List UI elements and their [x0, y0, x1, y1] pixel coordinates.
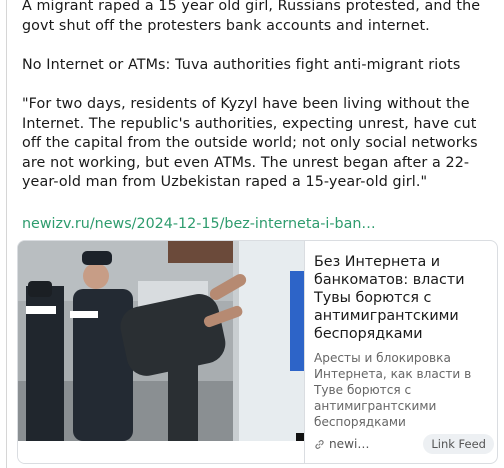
card-divider	[304, 241, 305, 463]
card-title[interactable]: Без Интернета и банкоматов: власти Тувы …	[314, 253, 494, 343]
card-source[interactable]: newi…	[314, 437, 369, 451]
card-source-label: newi…	[329, 437, 370, 451]
card-description: Аресты и блокировка Интернета, как власт…	[314, 351, 472, 429]
link-icon	[315, 439, 324, 449]
post-paragraph: No Internet or ATMs: Tuva authorities fi…	[22, 56, 461, 73]
card-image[interactable]	[18, 241, 304, 441]
post-link[interactable]: newizv.ru/news/2024-12-15/bez-interneta-…	[22, 215, 376, 235]
thread-line	[6, 0, 7, 468]
link-feed-chip[interactable]: Link Feed	[423, 434, 494, 454]
post-body: A migrant raped a 15 year old girl, Russ…	[22, 0, 498, 193]
post-paragraph: "For two days, residents of Kyzyl have b…	[22, 95, 478, 191]
link-preview-card[interactable]: Без Интернета и банкоматов: власти Тувы …	[17, 240, 498, 464]
post-paragraph: A migrant raped a 15 year old girl, Russ…	[22, 0, 481, 34]
